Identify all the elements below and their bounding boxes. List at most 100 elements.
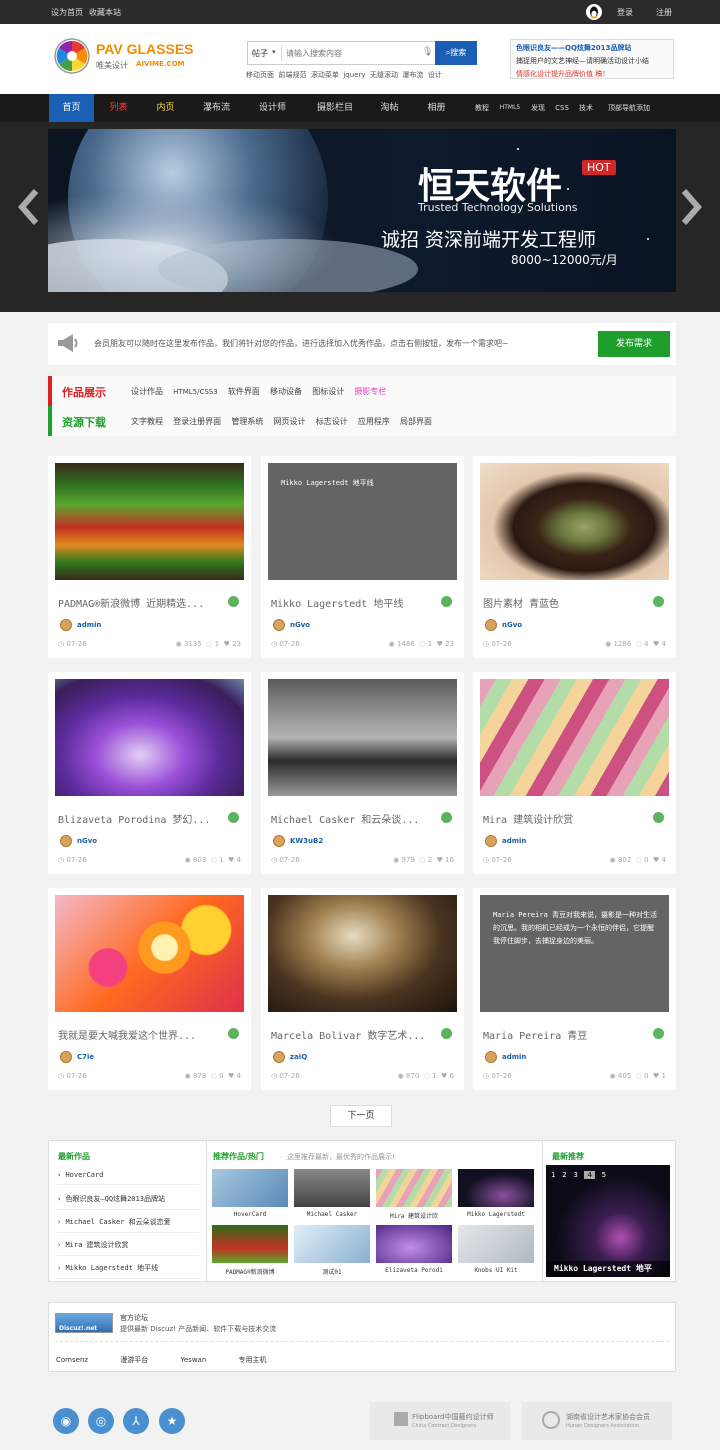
thumb-item[interactable]: 测试01 [294, 1225, 370, 1277]
nav-item-topnav-add[interactable]: 顶部导航添加 [601, 94, 657, 122]
work-title[interactable]: 我就是要大喊我爱这个世界... [58, 1027, 218, 1042]
flipboard-badge[interactable]: Flipboard中国箍约设计师 China Contract Designer… [370, 1402, 510, 1440]
thumb-item[interactable]: Mikko Lagerstedt [458, 1169, 534, 1221]
nav-item-designer[interactable]: 设计师 [250, 94, 295, 122]
nav-item-waterfall[interactable]: 瀑布流 [194, 94, 239, 122]
thumb-item[interactable]: Knobs UI Kit [458, 1225, 534, 1277]
thumb-caption[interactable]: Elizaveta Porodi [376, 1267, 452, 1274]
friend-link[interactable]: Yeswan [181, 1356, 207, 1364]
author-name[interactable]: admin [502, 837, 526, 845]
category-link[interactable]: 文字教程 [131, 417, 163, 426]
forum-title[interactable]: 官方论坛 [120, 1313, 148, 1323]
search-input[interactable] [281, 45, 421, 61]
share-icon[interactable] [653, 1028, 664, 1039]
nav-item-inner[interactable]: 内页 [143, 94, 188, 122]
slider-num[interactable]: 2 [562, 1171, 566, 1179]
avatar[interactable] [273, 835, 285, 847]
thumb-image[interactable] [458, 1169, 534, 1207]
category-link[interactable]: 图标设计 [312, 387, 344, 396]
hot-link[interactable]: 前端规范 [278, 71, 306, 79]
thumb-item[interactable]: Elizaveta Porodi [376, 1225, 452, 1277]
thumb-image[interactable] [212, 1169, 288, 1207]
slider-num[interactable]: 1 [551, 1171, 555, 1179]
thumb-caption[interactable]: Michael Casker [294, 1211, 370, 1218]
work-title[interactable]: Michael Casker 和云朵谈... [271, 811, 431, 826]
next-page-button[interactable]: 下一页 [330, 1105, 392, 1127]
search-type-select[interactable]: 帖子 [252, 48, 268, 59]
work-card[interactable]: PADMAG®新浪微博 近期精选... admin ◷ 07-26 ◉ 3135 ◌ … [48, 456, 251, 658]
category-link[interactable]: 网页设计 [274, 417, 306, 426]
nav-item-photo[interactable]: 摄影栏目 [310, 94, 360, 122]
work-title[interactable]: Maria Pereira 青豆 [483, 1027, 643, 1042]
author-name[interactable]: zaiQ [290, 1053, 307, 1061]
share-icon[interactable] [228, 596, 239, 607]
work-thumbnail[interactable]: Mikko Lagerstedt 地平线 [268, 463, 457, 580]
chat-icon[interactable]: ◎ [88, 1408, 114, 1434]
slider-image[interactable]: 1 2 3 4 5 Mikko Lagerstedt 地平 [546, 1165, 670, 1277]
thumb-image[interactable] [376, 1169, 452, 1207]
author-name[interactable]: KW3uB2 [290, 837, 323, 845]
author-name[interactable]: nGvo [77, 837, 97, 845]
author-name[interactable]: nGvo [502, 621, 522, 629]
slider-num[interactable]: 3 [573, 1171, 577, 1179]
nav-item-tech[interactable]: 技术 [574, 94, 598, 122]
hot-link[interactable]: jquery [343, 71, 365, 79]
slider-num-active[interactable]: 4 [584, 1171, 595, 1179]
category-link[interactable]: 登录注册界面 [173, 417, 221, 426]
share-icon[interactable] [653, 812, 664, 823]
work-card[interactable]: Blizaveta Porodina 梦幻... nGvo ◷ 07-26 ◉ 803… [48, 672, 251, 874]
share-icon[interactable] [228, 1028, 239, 1039]
thumb-image[interactable] [294, 1169, 370, 1207]
hot-link[interactable]: 移动页面 [246, 71, 274, 79]
category-link[interactable]: 标志设计 [316, 417, 348, 426]
work-card[interactable]: Mikko Lagerstedt 地平线 Mikko Lagerstedt 地平线… [261, 456, 464, 658]
share-icon[interactable] [228, 812, 239, 823]
friend-link[interactable]: 漫游平台 [120, 1356, 148, 1364]
avatar[interactable] [485, 835, 497, 847]
work-thumbnail[interactable] [55, 679, 244, 796]
category-link[interactable]: 移动设备 [270, 387, 302, 396]
author-name[interactable]: admin [502, 1053, 526, 1061]
thumb-image[interactable] [376, 1225, 452, 1263]
avatar[interactable] [273, 619, 285, 631]
avatar[interactable] [60, 1051, 72, 1063]
work-card[interactable]: Michael Casker 和云朵谈... KW3uB2 ◷ 07-26 ◉ 979… [261, 672, 464, 874]
promo-line-red[interactable]: 情感化设计提升品牌价值 稿！ [516, 69, 668, 79]
thumb-caption[interactable]: 测试01 [294, 1267, 370, 1276]
star-icon[interactable]: ★ [159, 1408, 185, 1434]
work-thumbnail[interactable] [480, 463, 669, 580]
thumb-item[interactable]: PADMAG®新浪微博 [212, 1225, 288, 1277]
share-icon[interactable] [441, 596, 452, 607]
work-title[interactable]: Mikko Lagerstedt 地平线 [271, 595, 431, 610]
thumb-image[interactable] [294, 1225, 370, 1263]
hot-link[interactable]: 瀑布流 [402, 71, 423, 79]
work-card[interactable]: 我就是要大喊我爱这个世界... C7ie ◷ 07-26 ◉ 878 ◌ 0 ♥ 4 [48, 888, 251, 1090]
bookmark-link[interactable]: 收藏本站 [89, 7, 121, 18]
category-link[interactable]: 设计作品 [131, 387, 163, 396]
work-title[interactable]: Blizaveta Porodina 梦幻... [58, 811, 218, 826]
arrow-left-icon[interactable] [16, 187, 44, 227]
friend-link[interactable]: Comsenz [56, 1356, 88, 1364]
share-icon[interactable] [441, 812, 452, 823]
work-thumbnail[interactable] [55, 463, 244, 580]
thumb-caption[interactable]: HoverCard [212, 1211, 288, 1218]
work-title[interactable]: Mira 建筑设计欣赏 [483, 811, 643, 826]
thumb-caption[interactable]: Mira 建筑设计欣 [376, 1211, 452, 1220]
hot-link[interactable]: 无缝滚动 [370, 71, 398, 79]
search-button[interactable]: ⌕搜索 [435, 41, 477, 65]
weibo-icon[interactable]: ◉ [53, 1408, 79, 1434]
work-thumbnail[interactable] [480, 679, 669, 796]
hunan-badge[interactable]: 湖南省设计艺术家协会会员 Hunan Designers Association [522, 1402, 672, 1440]
thumb-caption[interactable]: Knobs UI Kit [458, 1267, 534, 1274]
nav-item-home[interactable]: 首页 [49, 94, 94, 122]
latest-item[interactable]: › Michael Casker 和云朵谈恋爱 [57, 1217, 199, 1233]
register-link[interactable]: 注册 [656, 7, 672, 18]
category-link[interactable]: 管理系统 [231, 417, 263, 426]
share-icon[interactable]: ⅄ [123, 1408, 149, 1434]
set-home-link[interactable]: 设为首页 [51, 7, 83, 18]
hot-link[interactable]: 滚动菜单 [311, 71, 339, 79]
work-title[interactable]: Marcela Bolivar 数字艺术... [271, 1027, 431, 1042]
promo-line[interactable]: 捕捉用户的文艺神经—请明确活动设计小结 [516, 56, 668, 66]
nav-item-tutorial[interactable]: 教程 [470, 94, 494, 122]
avatar[interactable] [485, 1051, 497, 1063]
